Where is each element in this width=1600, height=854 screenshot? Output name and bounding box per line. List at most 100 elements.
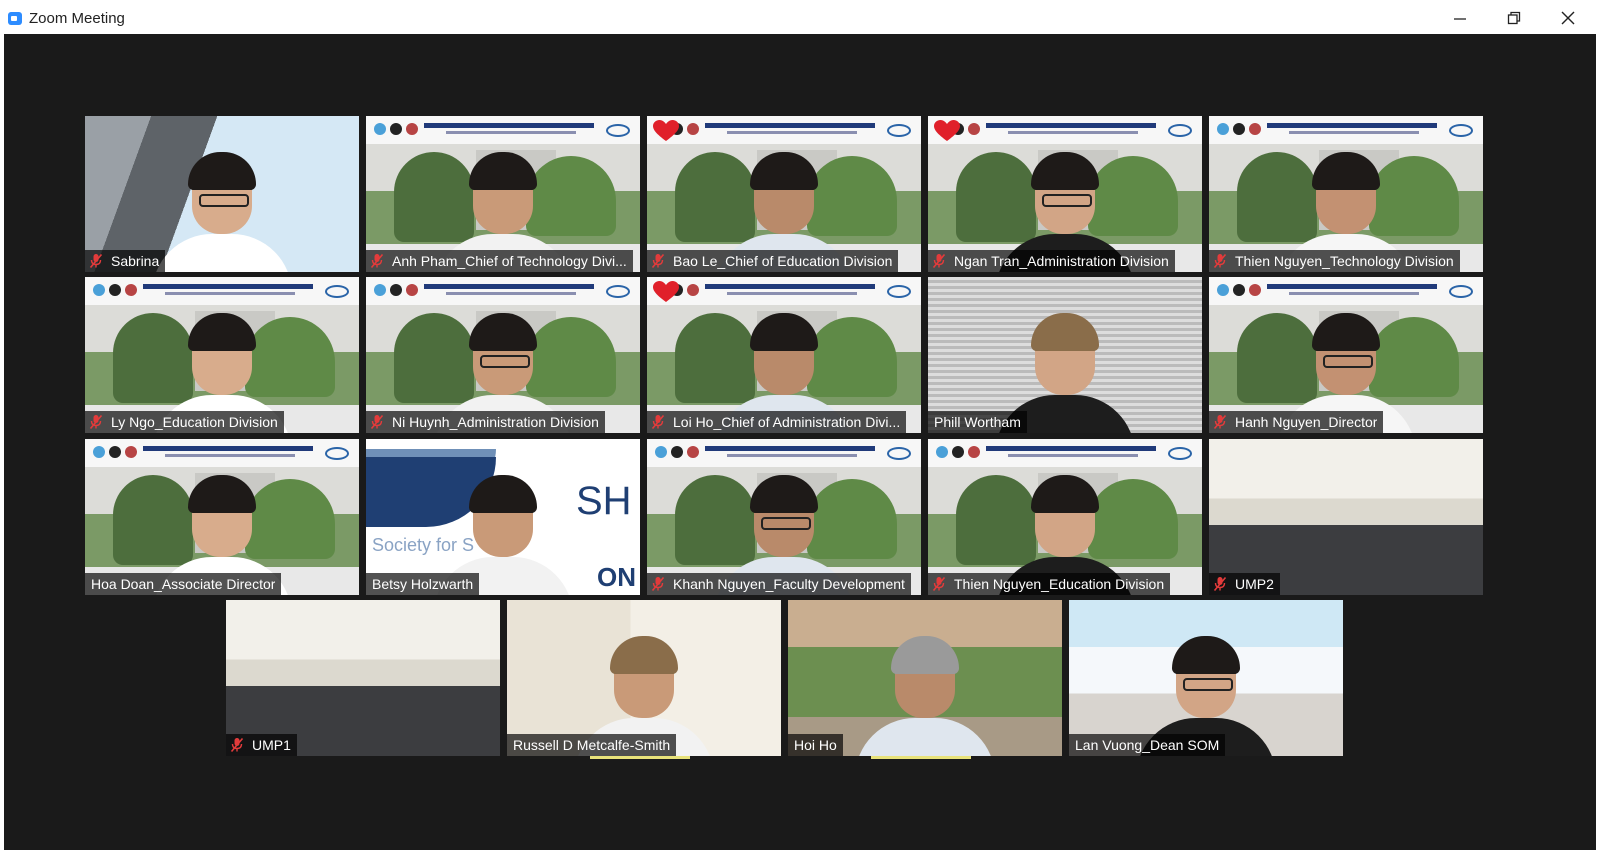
gallery-view: Sabrina Anh Pham_Chief of Technology Div… [4,34,1596,850]
zoom-logo-icon [8,12,22,25]
participant-name: Ni Huynh_Administration Division [392,414,599,430]
seal-logo-icon [1249,284,1261,296]
ssh-logo-icon [887,285,911,298]
ssh-logo-icon [1449,124,1473,137]
banner-heading [424,123,594,128]
banner-subheading [165,454,295,457]
muted-mic-icon [370,253,384,269]
participant-figure [850,626,1000,756]
restore-button[interactable] [1494,4,1534,32]
school-logo-icon [1233,284,1245,296]
heart-reaction-icon [653,281,679,302]
participant-name-bar: Khanh Nguyen_Faculty Development [647,573,911,595]
video-feed [1209,439,1483,595]
school-logo-icon [390,284,402,296]
banner-heading [1267,284,1437,289]
school-logo-icon [671,446,683,458]
restore-icon [1507,11,1521,25]
participant-name-bar: Thien Nguyen_Technology Division [1209,250,1460,272]
video-tile[interactable]: Hoi Ho [788,600,1062,756]
hair [610,636,678,674]
glasses [199,194,249,207]
hair [188,475,256,513]
video-tile[interactable]: Ngan Tran_Administration Division [928,116,1202,272]
participant-figure [147,142,297,272]
hair [750,475,818,513]
video-tile[interactable]: Bao Le_Chief of Education Division [647,116,921,272]
muted-mic-icon [651,253,665,269]
participant-name-bar: Bao Le_Chief of Education Division [647,250,899,272]
glasses [1323,355,1373,368]
muted-mic-icon [932,576,946,592]
participant-name: Sabrina [111,253,160,269]
muted-mic-icon [370,414,384,430]
seal-logo-icon [406,284,418,296]
minimize-icon [1454,18,1466,20]
video-tile[interactable]: UMP1 [226,600,500,756]
video-tile[interactable]: Anh Pham_Chief of Technology Divi... [366,116,640,272]
school-logo-icon [952,446,964,458]
minimize-button[interactable] [1440,4,1480,32]
banner-heading [143,446,313,451]
banner-subheading [1008,131,1138,134]
video-tile[interactable]: Khanh Nguyen_Faculty Development [647,439,921,595]
torso [855,718,995,756]
hair [750,152,818,190]
banner-heading [705,446,875,451]
hair [469,152,537,190]
university-logo-icon [374,123,386,135]
banner-subheading [1008,454,1138,457]
video-tile[interactable]: Hanh Nguyen_Director [1209,277,1483,433]
ssh-logo-icon [887,447,911,460]
glasses [480,355,530,368]
muted-mic-icon [932,253,946,269]
seal-logo-icon [687,123,699,135]
banner-subheading [727,292,857,295]
title-bar: Zoom Meeting [0,0,1600,34]
banner-subheading [446,131,576,134]
video-tile[interactable]: SH Society for S ON Betsy Holzwarth [366,439,640,595]
video-tile[interactable]: Thien Nguyen_Technology Division [1209,116,1483,272]
participant-name-bar: Hanh Nguyen_Director [1209,411,1384,433]
participant-name: Loi Ho_Chief of Administration Divi... [673,414,901,430]
video-tile[interactable]: Hoa Doan_Associate Director [85,439,359,595]
heart-reaction-icon [934,120,960,141]
ssh-logo-icon [1168,124,1192,137]
glasses [1183,678,1233,691]
close-icon [1561,11,1575,25]
video-tile[interactable]: Ly Ngo_Education Division [85,277,359,433]
participant-name: Russell D Metcalfe-Smith [513,737,671,753]
seal-logo-icon [687,284,699,296]
ssh-logo-text: SH [576,479,632,523]
video-tile[interactable]: UMP2 [1209,439,1483,595]
ssh-logo-icon [1449,285,1473,298]
participant-name-bar: Phill Wortham [928,411,1027,433]
participant-name: Phill Wortham [934,414,1021,430]
ssh-logo-icon [887,124,911,137]
ssh-logo-icon [606,124,630,137]
video-tile[interactable]: Sabrina [85,116,359,272]
hair [750,313,818,351]
banner-heading [705,284,875,289]
close-button[interactable] [1548,4,1588,32]
hair [188,152,256,190]
video-tile[interactable]: Lan Vuong_Dean SOM [1069,600,1343,756]
participant-name: Hoa Doan_Associate Director [91,576,276,592]
video-tile[interactable]: Thien Nguyen_Education Division [928,439,1202,595]
glasses [1042,194,1092,207]
university-logo-icon [374,284,386,296]
video-tile[interactable]: Ni Huynh_Administration Division [366,277,640,433]
video-tile[interactable]: Phill Wortham [928,277,1202,433]
participant-name-bar: UMP2 [1209,573,1280,595]
participant-name-bar: Russell D Metcalfe-Smith [507,734,677,756]
participant-name-bar: Ly Ngo_Education Division [85,411,284,433]
video-tile[interactable]: Loi Ho_Chief of Administration Divi... [647,277,921,433]
ssh-suffix: ON [597,562,636,592]
banner-heading [986,123,1156,128]
hair [469,313,537,351]
university-logo-icon [1217,123,1229,135]
seal-logo-icon [406,123,418,135]
window-title: Zoom Meeting [29,10,125,27]
video-tile[interactable]: Russell D Metcalfe-Smith [507,600,781,756]
hair [469,475,537,513]
